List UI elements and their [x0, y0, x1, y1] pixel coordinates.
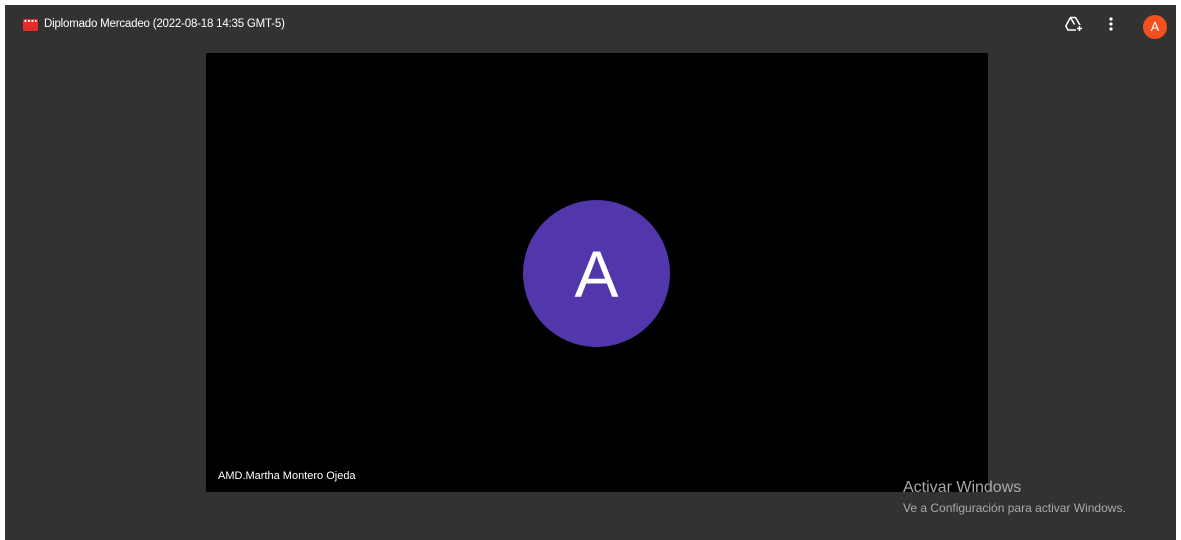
- more-vert-icon: [1109, 16, 1113, 36]
- participant-avatar: A: [523, 200, 670, 347]
- viewer-window: Diplomado Mercadeo (2022-08-18 14:35 GMT…: [5, 5, 1176, 540]
- file-title: Diplomado Mercadeo (2022-08-18 14:35 GMT…: [44, 18, 285, 30]
- windows-activation-title: Activar Windows: [903, 479, 1022, 496]
- account-avatar[interactable]: A: [1143, 15, 1167, 39]
- video-player[interactable]: A AMD.Martha Montero Ojeda: [206, 53, 988, 492]
- add-to-drive-button[interactable]: [1063, 15, 1085, 37]
- top-bar: Diplomado Mercadeo (2022-08-18 14:35 GMT…: [5, 5, 1176, 45]
- participant-initial: A: [574, 236, 619, 311]
- more-options-button[interactable]: [1101, 15, 1121, 37]
- video-file-icon: [23, 17, 38, 32]
- participant-name: AMD.Martha Montero Ojeda: [218, 470, 356, 482]
- windows-activation-subtitle: Ve a Configuración para activar Windows.: [903, 501, 1126, 515]
- add-to-drive-icon: [1065, 16, 1083, 37]
